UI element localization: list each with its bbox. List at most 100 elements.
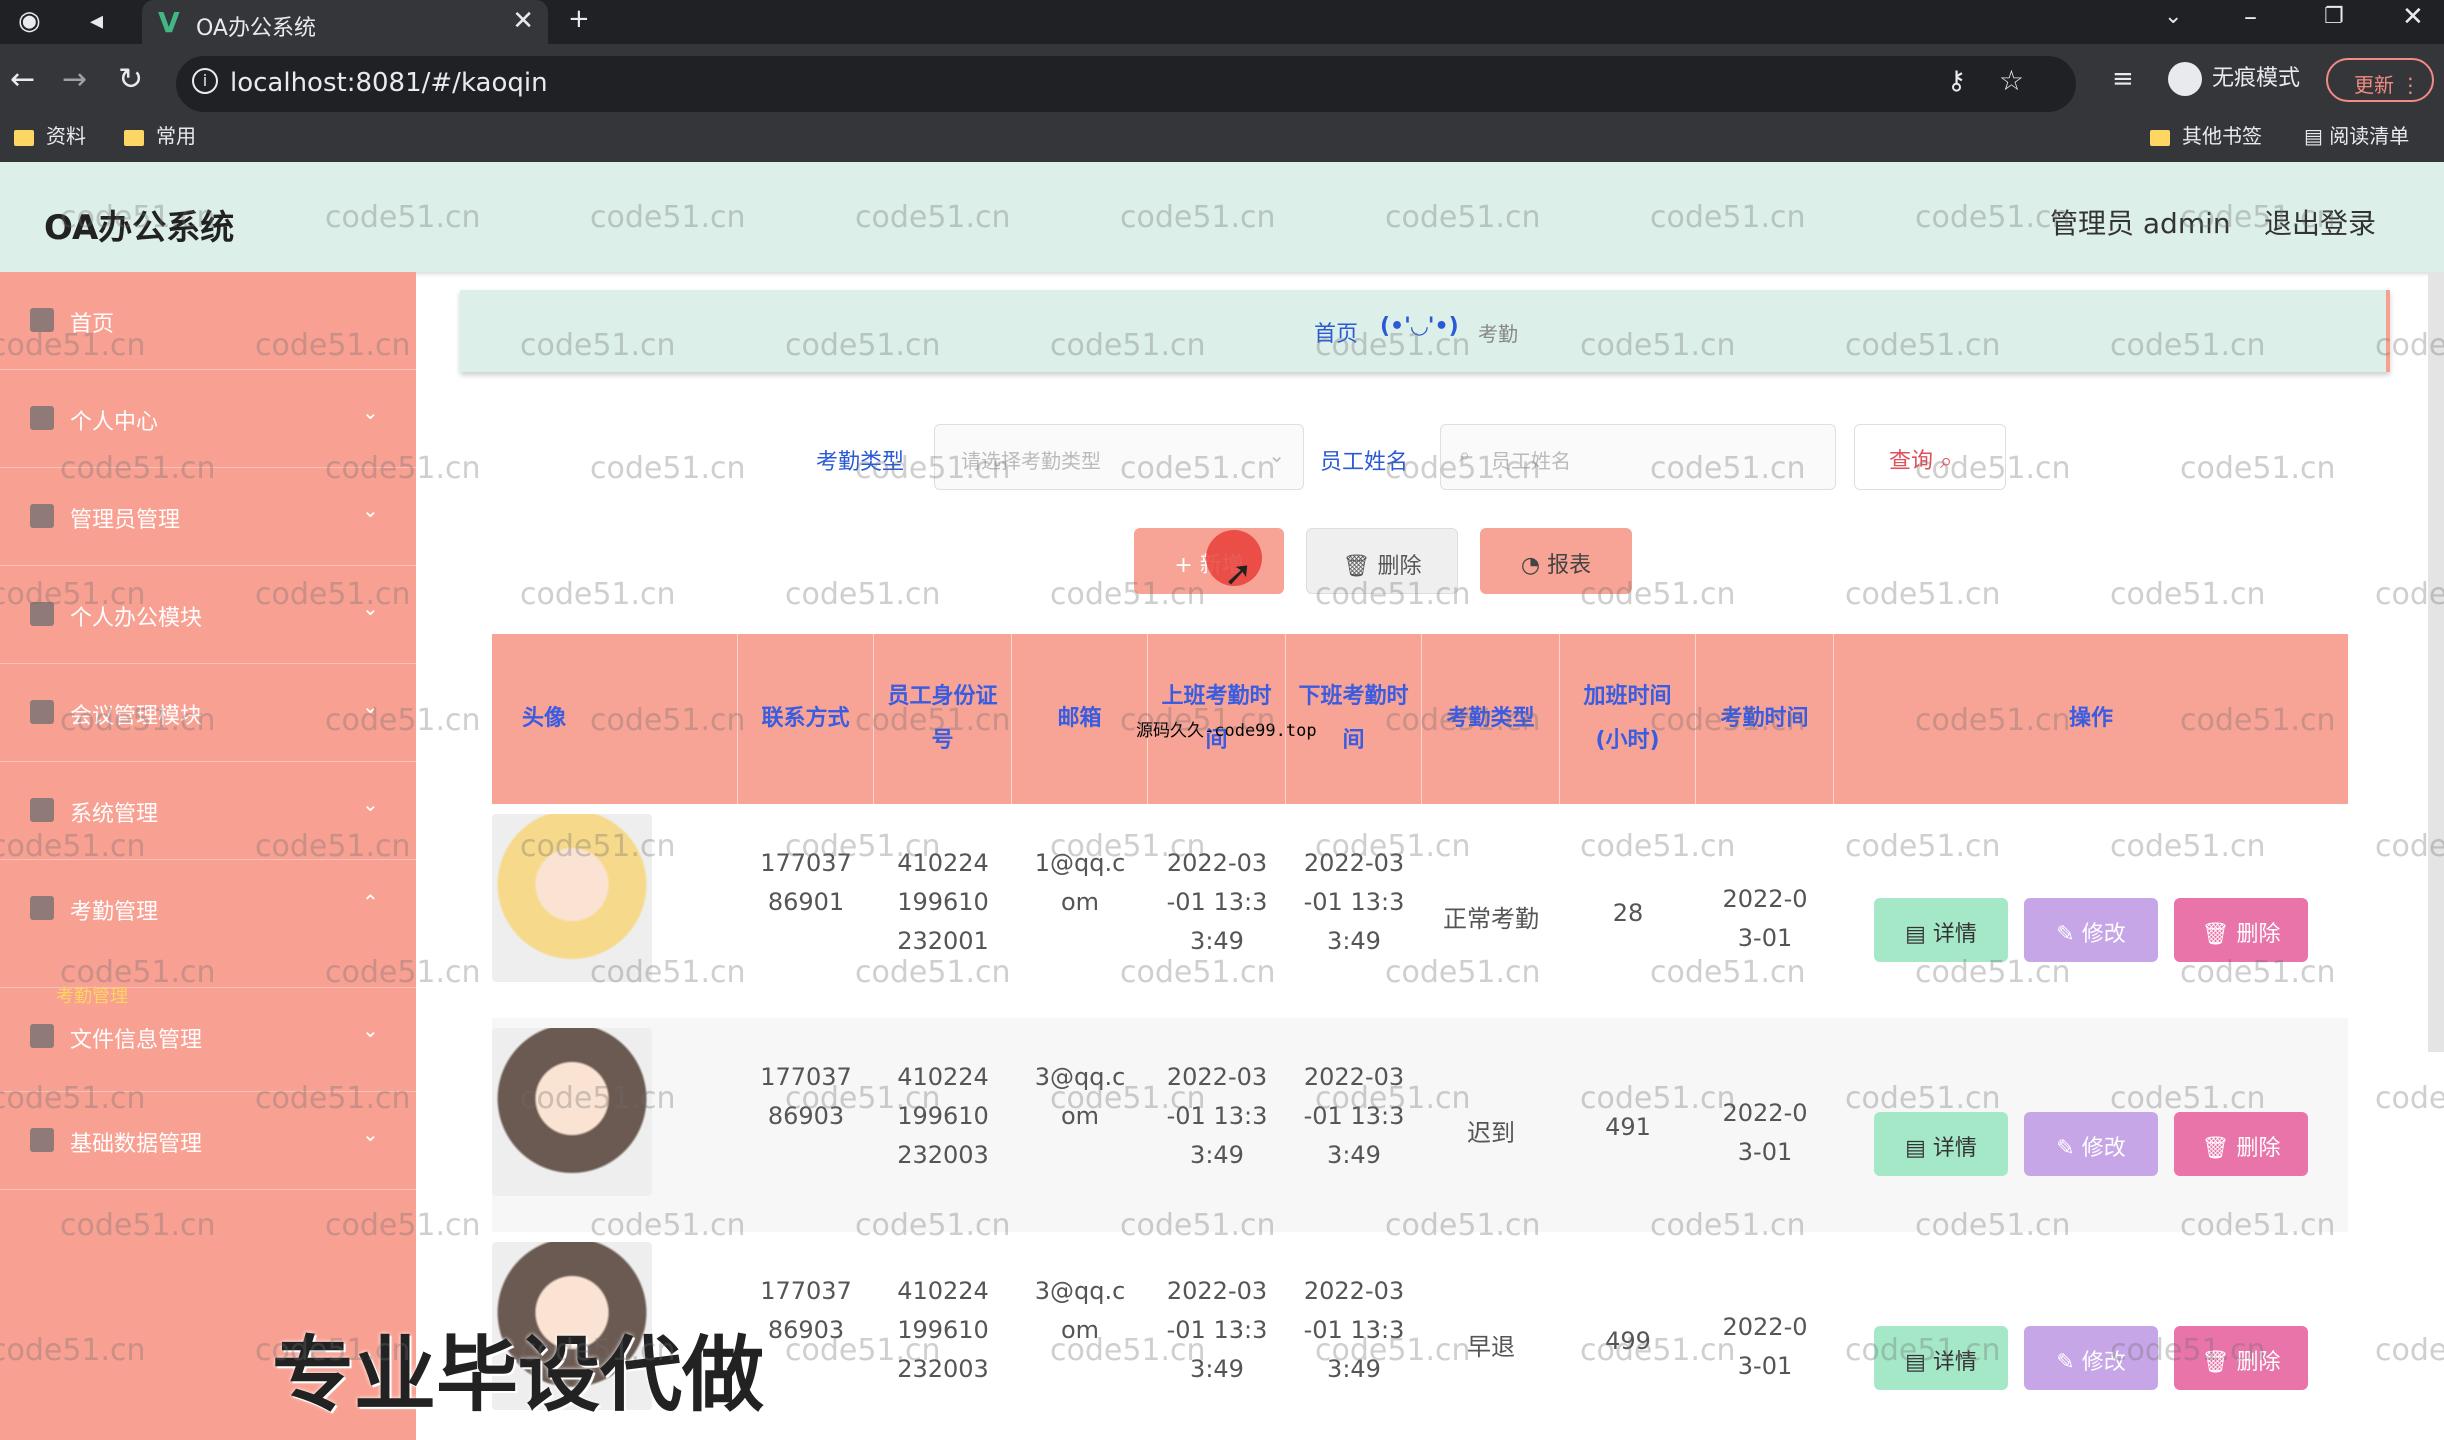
sidebar-item-home[interactable]: 首页	[0, 272, 416, 370]
new-tab-icon[interactable]: +	[568, 4, 590, 34]
query-button[interactable]: 查询 ⌕	[1854, 424, 2006, 490]
trash-icon: 🗑	[2201, 1350, 2237, 1375]
user-icon	[30, 406, 54, 430]
incognito-indicator[interactable]: 无痕模式	[2168, 60, 2300, 96]
col-email[interactable]: 邮箱	[1012, 634, 1148, 804]
mute-icon[interactable]: ◂	[90, 6, 103, 36]
col-avatar-label: 头像	[522, 706, 567, 731]
forward-icon[interactable]: →	[62, 62, 87, 97]
restore-icon[interactable]: ❐	[2324, 4, 2344, 29]
attendance-type-select[interactable]: 请选择考勤类型 ⌄	[934, 424, 1304, 490]
sidebar-item-basic-data[interactable]: 基础数据管理 ⌄	[0, 1092, 416, 1190]
folder-icon	[2150, 129, 2170, 146]
delete-label: 删除	[1377, 554, 1422, 579]
avatar[interactable]	[492, 814, 652, 982]
sidebar-item-office[interactable]: 个人办公模块 ⌄	[0, 566, 416, 664]
edit-button[interactable]: ✎ 修改	[2024, 1112, 2158, 1176]
breadcrumb-home[interactable]: 首页	[1314, 316, 1358, 348]
chevron-down-icon: ⌄	[362, 498, 379, 522]
batch-delete-button[interactable]: 🗑 删除	[1306, 528, 1458, 594]
close-tab-icon[interactable]: ✕	[512, 6, 534, 36]
col-phone[interactable]: 联系方式	[738, 634, 874, 804]
promo-banner: 专业毕设代做	[272, 1328, 765, 1423]
minimize-icon[interactable]: –	[2244, 2, 2257, 32]
trash-icon: 🗑	[2201, 922, 2237, 947]
tab-search-icon[interactable]: ⌄	[2164, 4, 2182, 29]
watermark-text: code51.cn	[590, 451, 746, 486]
employee-name-input[interactable]: ⌕ 员工姓名	[1440, 424, 1836, 490]
attendance-type-label: 考勤类型	[816, 450, 905, 475]
reading-list-icon: ▤	[2304, 124, 2330, 148]
employee-name-label: 员工姓名	[1320, 450, 1409, 475]
file-icon	[30, 1024, 54, 1048]
logout-link[interactable]: 退出登录	[2264, 202, 2376, 242]
detail-button[interactable]: ▤ 详情	[1874, 1112, 2008, 1176]
table-row: 17703786903 410224199610232003 3@qq.com 202…	[492, 1018, 2348, 1232]
update-button[interactable]: 更新 ⋮	[2326, 58, 2434, 102]
detail-button[interactable]: ▤ 详情	[1874, 898, 2008, 962]
sidebar-item-meeting[interactable]: 会议管理模块 ⌄	[0, 664, 416, 762]
back-icon[interactable]: ←	[10, 62, 35, 97]
watermark-text: code51.cn	[2180, 451, 2336, 486]
col-idcard[interactable]: 员工身份证号	[874, 634, 1012, 804]
cell-off-time: 2022-03-01 13:33:49	[1303, 1063, 1405, 1169]
sidebar-subitem-attendance[interactable]: 考勤管理	[56, 982, 128, 1008]
report-button[interactable]: ◔ 报表	[1480, 528, 1632, 594]
url-field[interactable]: i localhost:8081/#/kaoqin ⚷ ☆	[176, 56, 2076, 112]
breadcrumb-current: 考勤	[1478, 322, 1518, 346]
watermark-text: code51.cn	[785, 577, 941, 612]
delete-button[interactable]: 🗑 删除	[2174, 1326, 2308, 1390]
browser-menu-icon[interactable]: ◉	[18, 6, 41, 36]
site-info-icon[interactable]: i	[192, 68, 218, 94]
other-bookmarks[interactable]: 其他书签	[2150, 120, 2262, 149]
table-row: 17703786903 410224199610232003 3@qq.com 202…	[492, 1232, 2348, 1440]
bookmark-label: 常用	[156, 124, 196, 148]
reload-icon[interactable]: ↻	[118, 62, 143, 97]
edit-button[interactable]: ✎ 修改	[2024, 898, 2158, 962]
chevron-up-icon: ⌃	[362, 890, 379, 914]
vue-logo-icon: V	[158, 6, 180, 39]
col-type[interactable]: 考勤类型	[1422, 634, 1560, 804]
detail-button-label: 详情	[1932, 1136, 1977, 1161]
other-bookmarks-label: 其他书签	[2182, 124, 2262, 148]
edit-button-label: 修改	[2081, 1136, 2126, 1161]
cell-phone: 17703786901	[760, 849, 852, 916]
avatar[interactable]	[492, 1028, 652, 1196]
col-actions: 操作	[1834, 634, 2348, 804]
id-card-icon	[30, 896, 54, 920]
cell-off-time: 2022-03-01 13:33:49	[1303, 849, 1405, 955]
sidebar-item-admin[interactable]: 管理员管理 ⌄	[0, 468, 416, 566]
col-avatar[interactable]: 头像	[492, 634, 738, 804]
col-date[interactable]: 考勤时间	[1696, 634, 1834, 804]
sidebar-item-system[interactable]: 系统管理 ⌄	[0, 762, 416, 860]
reading-mode-icon[interactable]: ≡	[2112, 64, 2134, 94]
home-icon	[30, 308, 54, 332]
chevron-down-icon: ⌄	[1268, 443, 1285, 467]
col-overtime[interactable]: 加班时间(小时)	[1560, 634, 1696, 804]
col-idcard-label: 员工身份证号	[887, 684, 998, 753]
bookmark-folder-1[interactable]: 资料	[14, 120, 86, 149]
edit-button-label: 修改	[2081, 1350, 2126, 1375]
reading-list[interactable]: ▤ 阅读清单	[2304, 120, 2409, 149]
vertical-scrollbar[interactable]	[2428, 272, 2444, 1052]
bookmark-star-icon[interactable]: ☆	[1999, 64, 2024, 97]
cell-idcard: 410224199610232001	[897, 849, 989, 955]
sidebar-item-personal-center[interactable]: 个人中心 ⌄	[0, 370, 416, 468]
table-header: 头像 联系方式 员工身份证号 邮箱 上班考勤时间 下班考勤时间 考勤类型 加班时…	[492, 634, 2348, 804]
detail-button[interactable]: ▤ 详情	[1874, 1326, 2008, 1390]
breadcrumb: 首页 (•'◡'•) 考勤	[460, 290, 2390, 372]
delete-button[interactable]: 🗑 删除	[2174, 898, 2308, 962]
sidebar-item-attendance[interactable]: 考勤管理 ⌃	[0, 860, 416, 988]
delete-button-label: 删除	[2236, 922, 2281, 947]
chevron-down-icon: ⌄	[362, 792, 379, 816]
address-bar-area: ← → ↻ i localhost:8081/#/kaoqin ⚷ ☆ ≡ 无痕…	[0, 44, 2444, 162]
browser-tab[interactable]: V OA办公系统 ✕	[142, 0, 548, 44]
detail-icon: ▤	[1905, 1136, 1933, 1161]
bookmark-folder-2[interactable]: 常用	[124, 120, 196, 149]
delete-button-label: 删除	[2236, 1350, 2281, 1375]
window-close-icon[interactable]: ✕	[2402, 2, 2424, 32]
key-icon[interactable]: ⚷	[1947, 66, 1966, 96]
edit-button[interactable]: ✎ 修改	[2024, 1326, 2158, 1390]
input-placeholder: 员工姓名	[1491, 449, 1571, 473]
delete-button[interactable]: 🗑 删除	[2174, 1112, 2308, 1176]
